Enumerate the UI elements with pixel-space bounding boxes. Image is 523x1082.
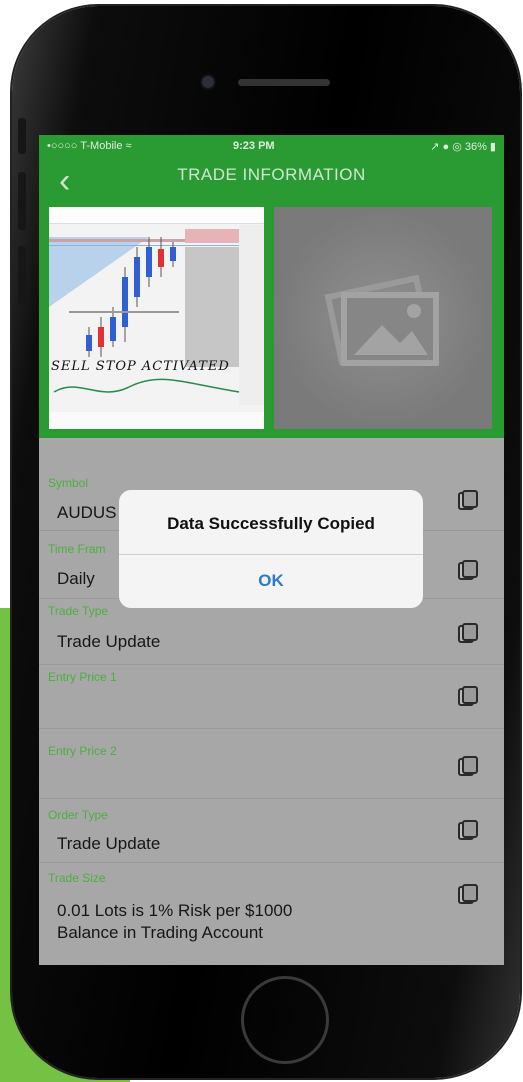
copy-icon[interactable] [458,490,478,510]
field-label: Entry Price 1 [48,670,117,684]
status-bar: •○○○○ T-Mobile ≈ 9:23 PM ↗ ● ◎ 36% ▮ [39,135,504,157]
field-entry-price-1: Entry Price 1 [39,664,504,729]
field-value: 0.01 Lots is 1% Risk per $1000 [57,901,293,920]
dialog-title: Data Successfully Copied [167,514,375,533]
chart-screenshot-thumbnail[interactable]: SELL STOP ACTIVATED [49,207,264,429]
copy-icon[interactable] [458,756,478,776]
chart-caption: SELL STOP ACTIVATED [51,359,230,374]
field-entry-price-2: Entry Price 2 [39,728,504,799]
copy-icon[interactable] [458,623,478,643]
field-label: Entry Price 2 [48,744,117,758]
copy-icon[interactable] [458,820,478,840]
front-camera [202,76,214,88]
field-label: Trade Size [48,871,106,885]
volume-up-button [18,172,26,230]
carrier-label: •○○○○ T-Mobile ≈ [47,140,132,152]
field-value: AUDUS [57,503,117,522]
chart-thumbnail-graphic [49,207,264,429]
field-label: Trade Type [48,604,109,618]
image-placeholder[interactable] [274,207,492,429]
image-placeholder-icon [324,274,439,366]
copy-icon[interactable] [458,686,478,706]
earpiece-speaker [238,79,330,86]
field-value: Trade Update [57,834,161,853]
field-value: Daily [57,569,95,588]
home-button[interactable] [241,976,329,1064]
status-time: 9:23 PM [233,140,275,152]
volume-down-button [18,246,26,304]
copy-icon[interactable] [458,884,478,904]
app-screen: •○○○○ T-Mobile ≈ 9:23 PM ↗ ● ◎ 36% ▮ ‹ T… [39,135,504,965]
field-trade-type: Trade Type Trade Update [39,598,504,665]
page-title: TRADE INFORMATION [177,165,366,184]
ok-button[interactable]: OK [119,554,423,608]
field-label: Time Fram [48,542,106,556]
mute-switch [18,118,26,154]
field-value: Trade Update [57,632,161,651]
field-trade-size: Trade Size 0.01 Lots is 1% Risk per $100… [39,862,504,962]
alert-dialog: Data Successfully Copied OK [119,490,423,608]
field-order-type: Order Type Trade Update [39,798,504,863]
copy-icon[interactable] [458,560,478,580]
navigation-bar: ‹ TRADE INFORMATION [39,157,504,205]
field-value-line2: Balance in Trading Account [57,923,264,942]
trade-images: SELL STOP ACTIVATED [39,205,504,438]
field-label: Order Type [48,808,108,822]
battery-status: ↗ ● ◎ 36% ▮ [430,141,496,153]
field-label: Symbol [48,476,89,490]
